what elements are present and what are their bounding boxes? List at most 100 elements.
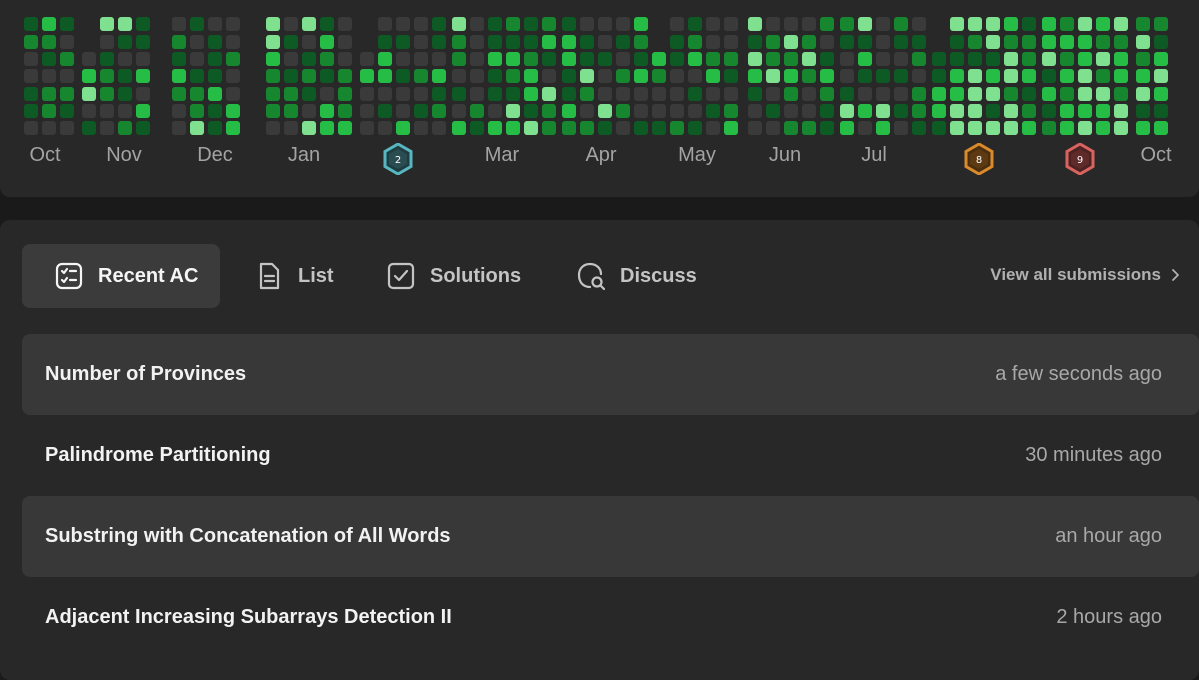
- submission-row[interactable]: Palindrome Partitioning 30 minutes ago: [22, 415, 1199, 496]
- hexagon-badge-teal-icon[interactable]: 2: [383, 143, 413, 175]
- tab-solutions[interactable]: Solutions: [354, 244, 539, 308]
- heatmap-cell: [396, 35, 410, 49]
- heatmap-cell: [986, 17, 1000, 31]
- heatmap-cell: [542, 69, 556, 83]
- heatmap-cell: [986, 69, 1000, 83]
- submission-title: Palindrome Partitioning: [45, 444, 271, 466]
- heatmap-cell: [724, 87, 738, 101]
- heatmap-cell: [284, 17, 298, 31]
- heatmap-cell: [396, 52, 410, 66]
- heatmap-cell: [802, 87, 816, 101]
- heatmap-cell: [118, 69, 132, 83]
- heatmap-cell: [360, 52, 374, 66]
- heatmap-cell: [432, 104, 446, 118]
- heatmap-cell: [706, 104, 720, 118]
- hexagon-badge-red-icon[interactable]: 9: [1065, 143, 1095, 175]
- heatmap-cell: [42, 87, 56, 101]
- heatmap-cell: [60, 52, 74, 66]
- heatmap-cell: [802, 17, 816, 31]
- heatmap-cell: [378, 69, 392, 83]
- tab-recent-ac[interactable]: Recent AC: [22, 244, 220, 308]
- heatmap-cell: [414, 35, 428, 49]
- heatmap-cell: [320, 35, 334, 49]
- heatmap-cell: [766, 52, 780, 66]
- heatmap-cell: [616, 87, 630, 101]
- heatmap-cell: [840, 121, 854, 135]
- heatmap-cell: [338, 35, 352, 49]
- heatmap-cell: [932, 87, 946, 101]
- heatmap-cell: [488, 104, 502, 118]
- hexagon-badge-orange-icon[interactable]: 8: [964, 143, 994, 175]
- submission-row[interactable]: Number of Provinces a few seconds ago: [22, 334, 1199, 415]
- tab-discuss[interactable]: Discuss: [544, 244, 714, 308]
- heatmap-cell: [616, 35, 630, 49]
- submission-row[interactable]: Adjacent Increasing Subarrays Detection …: [22, 577, 1199, 658]
- heatmap-cell: [634, 69, 648, 83]
- heatmap-cell: [118, 35, 132, 49]
- heatmap-cell: [172, 104, 186, 118]
- heatmap-cell: [1096, 35, 1110, 49]
- heatmap-cell: [414, 121, 428, 135]
- heatmap-cell: [226, 87, 240, 101]
- heatmap-cell: [802, 104, 816, 118]
- heatmap-cell: [748, 17, 762, 31]
- heatmap-cell: [338, 104, 352, 118]
- heatmap-cell: [894, 52, 908, 66]
- heatmap-cell: [1078, 87, 1092, 101]
- heatmap-cell: [840, 69, 854, 83]
- heatmap-cell: [706, 17, 720, 31]
- heatmap-cell: [190, 104, 204, 118]
- heatmap-cell: [360, 121, 374, 135]
- submission-row[interactable]: Substring with Concatenation of All Word…: [22, 496, 1199, 577]
- heatmap-cell: [1042, 35, 1056, 49]
- heatmap-cell: [688, 104, 702, 118]
- heatmap-cell: [1154, 87, 1168, 101]
- heatmap-cell: [284, 35, 298, 49]
- heatmap-cell: [580, 35, 594, 49]
- heatmap-cell: [968, 17, 982, 31]
- heatmap-cell: [634, 121, 648, 135]
- heatmap-cell: [414, 17, 428, 31]
- heatmap-cell: [100, 121, 114, 135]
- heatmap-cell: [1004, 17, 1018, 31]
- heatmap-cell: [360, 104, 374, 118]
- heatmap-cell: [208, 121, 222, 135]
- heatmap-cell: [598, 17, 612, 31]
- heatmap-cell: [580, 121, 594, 135]
- heatmap-cell: [1136, 121, 1150, 135]
- heatmap-cell: [1060, 87, 1074, 101]
- heatmap-cell: [706, 87, 720, 101]
- heatmap-cell: [24, 35, 38, 49]
- list-document-icon: [254, 261, 284, 291]
- heatmap-cell: [688, 87, 702, 101]
- heatmap-cell: [986, 87, 1000, 101]
- heatmap-cell: [506, 104, 520, 118]
- heatmap-cell: [524, 35, 538, 49]
- heatmap-cell: [894, 87, 908, 101]
- heatmap-cell: [820, 104, 834, 118]
- heatmap-cell: [950, 104, 964, 118]
- heatmap-cell: [24, 17, 38, 31]
- svg-text:8: 8: [976, 155, 982, 166]
- heatmap-cell: [60, 121, 74, 135]
- month-label-jul: Jul: [861, 144, 887, 166]
- heatmap-cell: [616, 104, 630, 118]
- heatmap-cell: [894, 35, 908, 49]
- heatmap-cell: [1022, 52, 1036, 66]
- heatmap-cell: [190, 121, 204, 135]
- heatmap-cell: [562, 87, 576, 101]
- heatmap-cell: [432, 52, 446, 66]
- heatmap-cell: [802, 35, 816, 49]
- heatmap-cell: [766, 121, 780, 135]
- heatmap-cell: [840, 35, 854, 49]
- heatmap-cell: [60, 69, 74, 83]
- heatmap-cell: [876, 69, 890, 83]
- heatmap-cell: [932, 104, 946, 118]
- heatmap-cell: [470, 87, 484, 101]
- submission-time: 2 hours ago: [1056, 606, 1162, 628]
- heatmap-cell: [876, 87, 890, 101]
- tab-list[interactable]: List: [222, 244, 352, 308]
- heatmap-cell: [670, 35, 684, 49]
- view-all-submissions-link[interactable]: View all submissions: [990, 265, 1183, 285]
- heatmap-cell: [652, 52, 666, 66]
